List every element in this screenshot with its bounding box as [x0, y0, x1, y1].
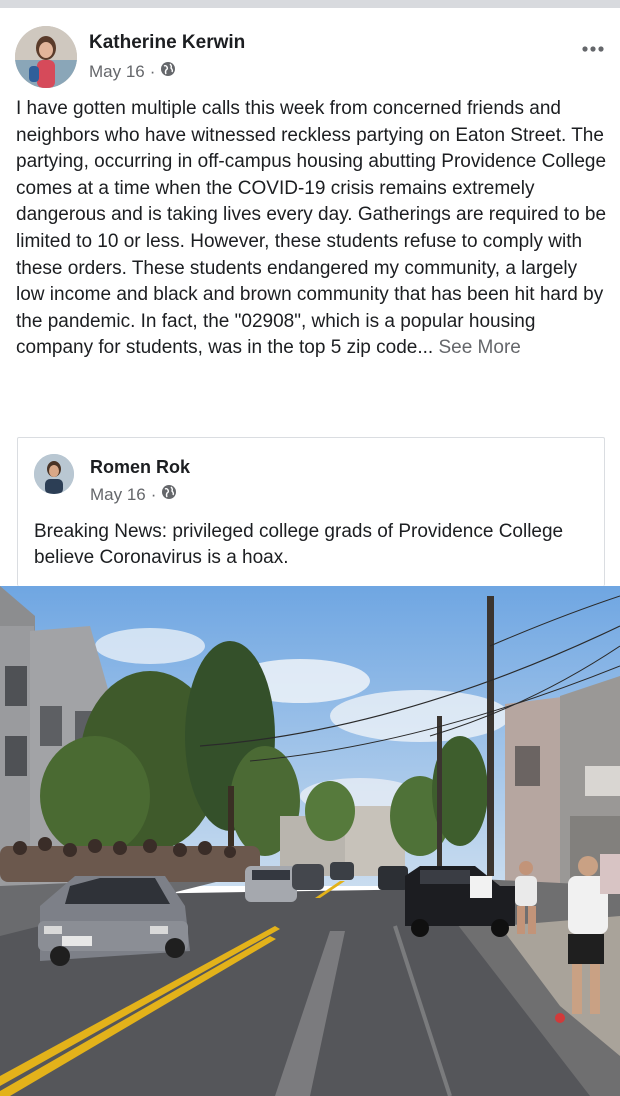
see-more-link[interactable]: See More: [438, 337, 520, 358]
shared-author-avatar[interactable]: [34, 454, 74, 494]
shared-post-date[interactable]: May 16: [90, 485, 146, 505]
author-name[interactable]: Katherine Kerwin: [89, 32, 245, 54]
shared-post-text: Breaking News: privileged college grads …: [34, 521, 564, 568]
top-divider: [0, 0, 620, 8]
post-header: Katherine Kerwin May 16 ·: [15, 26, 605, 90]
author-avatar[interactable]: [15, 26, 77, 88]
post-text: I have gotten multiple calls this week f…: [16, 98, 607, 359]
post-meta: May 16 ·: [89, 61, 176, 82]
shared-post-meta: May 16 ·: [90, 484, 177, 505]
globe-icon: [161, 484, 177, 505]
shared-post-card[interactable]: Romen Rok May 16 · Breaking News: privil…: [17, 437, 605, 586]
ellipsis-icon[interactable]: [581, 36, 605, 59]
post-date[interactable]: May 16: [89, 62, 145, 82]
meta-separator: ·: [150, 484, 157, 504]
meta-separator: ·: [149, 61, 156, 81]
street-party-photo[interactable]: [0, 586, 620, 1096]
globe-icon: [160, 61, 176, 82]
post-body: I have gotten multiple calls this week f…: [16, 96, 610, 362]
shared-author-name[interactable]: Romen Rok: [90, 457, 190, 478]
